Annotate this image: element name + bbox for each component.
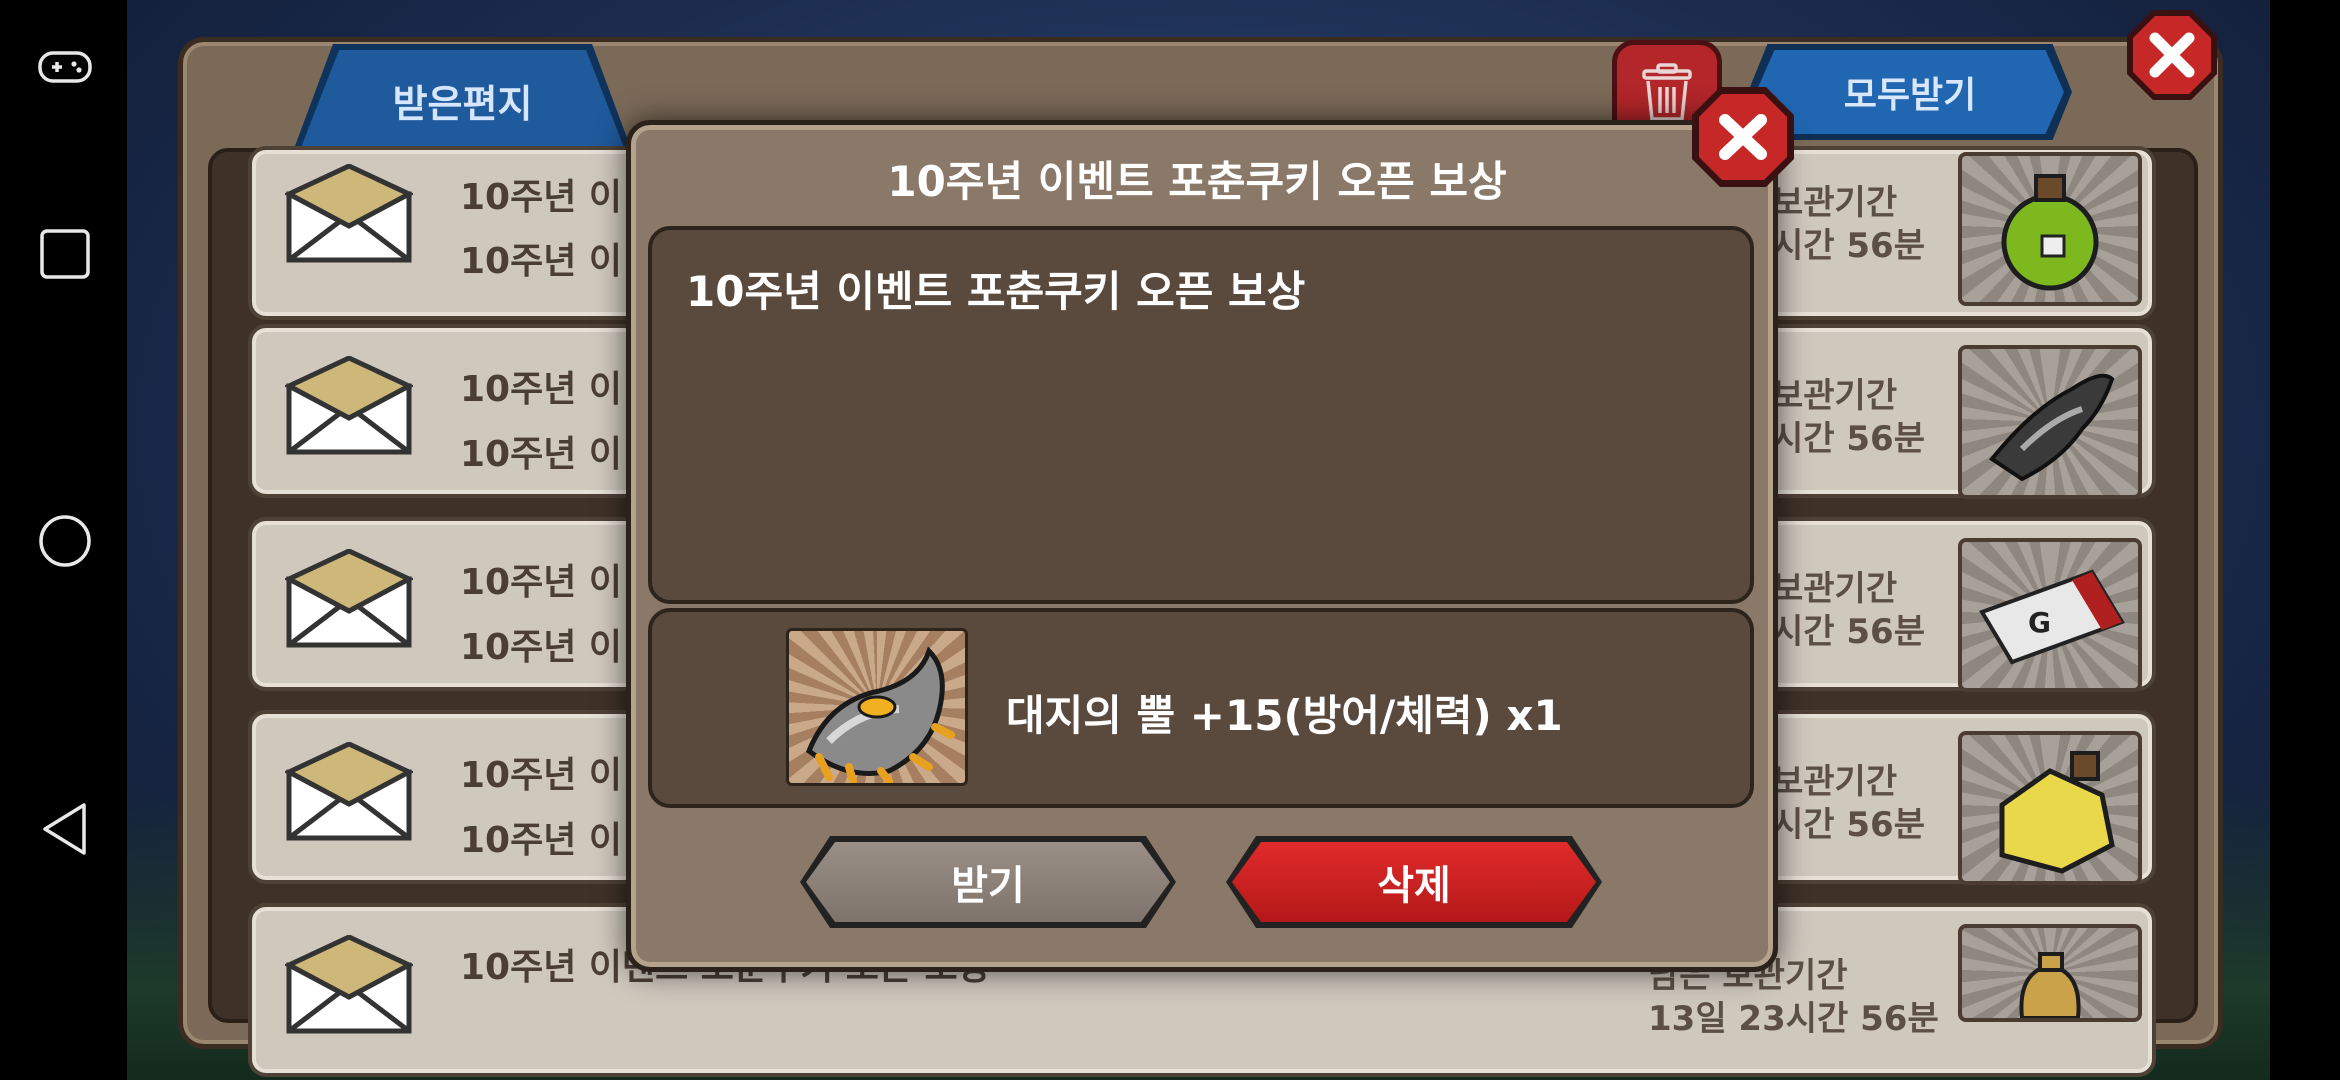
close-mailbox-icon[interactable] [2125,8,2219,102]
mail-sender: 10주년 이 [460,241,622,282]
receive-all-button[interactable]: 모두받기 [1756,50,2064,134]
mail-sender: 10주년 이 [460,820,622,861]
receive-button[interactable]: 받기 [800,836,1176,928]
reward-thumbnail [1958,152,2142,306]
close-dialog-icon[interactable] [1690,85,1796,189]
earth-horn-icon [805,646,955,783]
delete-button-face: 삭제 [1232,842,1596,922]
envelope-open-icon [285,356,413,455]
recents-icon[interactable] [32,225,98,283]
horn-icon [1989,373,2115,482]
right-letterbox [2270,0,2340,1080]
mail-subject: 10주년 이 [460,369,622,410]
envelope-open-icon [285,935,413,1034]
receive-button-face: 받기 [806,842,1170,922]
home-icon[interactable] [32,512,98,570]
gamepad-icon[interactable] [32,38,98,96]
jar-icon [2019,952,2081,1018]
tab-received-mail[interactable]: 받은편지 [300,50,625,150]
svg-text:G: G [2028,606,2051,639]
envelope-open-icon [285,549,413,648]
receive-all-label: 모두받기 [1843,75,1977,116]
system-nav-bar [0,0,127,1080]
gold-ticket-icon: G [1979,569,2125,665]
reward-thumbnail: G [1958,538,2142,692]
reward-item-image [786,628,968,786]
reward-item-label: 대지의 뿔 +15(방어/체력) x1 [1006,691,1563,740]
envelope-open-icon [285,742,413,841]
mail-expiry-time: 13일 23시간 56분 [1648,999,1939,1039]
reward-thumbnail [1958,924,2142,1022]
mail-expiry-label: 보관기간 [1772,569,1898,609]
mail-subject: 10주년 이 [460,177,622,218]
tab-label: 받은편지 [392,81,533,126]
mail-expiry-label: 보관기간 [1772,762,1898,802]
mail-subject: 10주년 이 [460,562,622,603]
potion-yellow-icon [1999,751,2115,874]
mail-sender: 10주년 이 [460,627,622,668]
receive-button-label: 받기 [951,863,1025,909]
dialog-title: 10주년 이벤트 포춘쿠키 오픈 보상 [887,157,1507,206]
reward-thumbnail [1958,345,2142,499]
message-text: 10주년 이벤트 포춘쿠키 오픈 보상 [686,267,1306,316]
delete-button[interactable]: 삭제 [1226,836,1602,928]
reward-thumbnail [1958,731,2142,885]
trash-icon [1642,63,1692,121]
potion-green-icon [2001,174,2099,291]
mail-expiry-time: 시간 56분 [1772,226,1925,266]
mail-sender: 10주년 이 [460,434,622,475]
mail-expiry-time: 시간 56분 [1772,419,1925,459]
mail-expiry-time: 시간 56분 [1772,805,1925,845]
mail-expiry-time: 시간 56분 [1772,612,1925,652]
mail-expiry-label: 보관기간 [1772,376,1898,416]
delete-button-label: 삭제 [1377,863,1451,909]
back-icon[interactable] [32,800,98,858]
envelope-open-icon [285,164,413,263]
mail-subject: 10주년 이 [460,755,622,796]
